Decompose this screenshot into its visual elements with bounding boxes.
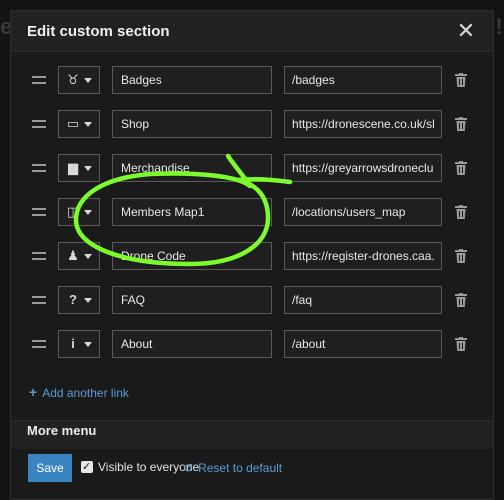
reset-to-default-button[interactable]: ↺ Reset to default	[183, 461, 282, 475]
trash-icon[interactable]	[455, 73, 467, 87]
drag-handle-icon[interactable]	[32, 120, 46, 128]
trash-icon[interactable]	[455, 117, 467, 131]
link-row: ♟ Drone Code https://register-drones.caa…	[11, 242, 493, 270]
icon-picker-button[interactable]: ♉	[58, 66, 100, 94]
link-url-input[interactable]: /locations/users_map	[284, 198, 442, 226]
link-name-input[interactable]: Drone Code	[112, 242, 272, 270]
trash-icon[interactable]	[455, 337, 467, 351]
link-row: ♉ Badges /badges	[11, 66, 493, 94]
link-row: ? FAQ /faq	[11, 286, 493, 314]
modal-title: Edit custom section	[27, 23, 170, 40]
icon-picker-button[interactable]: ▭	[58, 110, 100, 138]
link-name-input[interactable]: Merchandise	[112, 154, 272, 182]
icon-picker-button[interactable]: ◫	[58, 198, 100, 226]
link-url-input[interactable]: /about	[284, 330, 442, 358]
drag-handle-icon[interactable]	[32, 296, 46, 304]
drag-handle-icon[interactable]	[32, 164, 46, 172]
link-url-input[interactable]: /badges	[284, 66, 442, 94]
modal-footer: Save ✓ Visible to everyone ↺ Reset to def…	[11, 449, 493, 499]
more-menu-heading: More menu	[27, 423, 97, 438]
caret-down-icon	[84, 254, 92, 259]
edit-custom-section-modal: Edit custom section ✕ ♉ Badges /badges ▭…	[10, 10, 494, 500]
link-row: ▆ Merchandise https://greyarrowsdroneclu	[11, 154, 493, 182]
reading-icon: ♟	[67, 248, 79, 263]
icon-picker-button[interactable]: ▆	[58, 154, 100, 182]
trash-icon[interactable]	[455, 161, 467, 175]
info-icon: i	[71, 336, 75, 351]
close-icon[interactable]: ✕	[455, 20, 477, 42]
link-row: ◫ Members Map1 /locations/users_map	[11, 198, 493, 226]
icon-picker-button[interactable]: ?	[58, 286, 100, 314]
link-name-input[interactable]: Shop	[112, 110, 272, 138]
caret-down-icon	[84, 210, 92, 215]
caret-down-icon	[84, 166, 92, 171]
link-name-input[interactable]: FAQ	[112, 286, 272, 314]
book-icon: ▆	[68, 160, 78, 175]
save-button[interactable]: Save	[28, 454, 72, 482]
caret-down-icon	[84, 78, 92, 83]
caret-down-icon	[84, 298, 92, 303]
trash-icon[interactable]	[455, 293, 467, 307]
question-icon: ?	[69, 292, 77, 307]
caret-down-icon	[84, 122, 92, 127]
icon-picker-button[interactable]: ♟	[58, 242, 100, 270]
map-icon: ◫	[66, 204, 80, 219]
plus-icon: +	[29, 384, 38, 400]
modal-header: Edit custom section ✕	[11, 11, 493, 51]
link-url-input[interactable]: https://register-drones.caa.	[284, 242, 442, 270]
link-row: ▭ Shop https://dronescene.co.uk/sl	[11, 110, 493, 138]
trophy-icon: ♉	[67, 72, 79, 87]
checkmark-icon: ✓	[82, 461, 92, 473]
drag-handle-icon[interactable]	[32, 340, 46, 348]
add-link-label: Add another link	[42, 386, 129, 400]
trash-icon[interactable]	[455, 205, 467, 219]
trash-icon[interactable]	[455, 249, 467, 263]
reset-icon: ↺	[183, 461, 194, 475]
link-name-input[interactable]: Badges	[112, 66, 272, 94]
visible-to-everyone-checkbox[interactable]: ✓	[81, 461, 93, 473]
links-list: ♉ Badges /badges ▭ Shop https://dronesce…	[11, 51, 493, 421]
link-name-input[interactable]: About	[112, 330, 272, 358]
link-row: i About /about	[11, 330, 493, 358]
link-url-input[interactable]: /faq	[284, 286, 442, 314]
link-name-input[interactable]: Members Map1	[112, 198, 272, 226]
icon-picker-button[interactable]: i	[58, 330, 100, 358]
drag-handle-icon[interactable]	[32, 208, 46, 216]
drag-handle-icon[interactable]	[32, 76, 46, 84]
link-url-input[interactable]: https://greyarrowsdroneclu	[284, 154, 442, 182]
link-url-input[interactable]: https://dronescene.co.uk/sl	[284, 110, 442, 138]
caret-down-icon	[84, 342, 92, 347]
drag-handle-icon[interactable]	[32, 252, 46, 260]
add-another-link-button[interactable]: + Add another link	[29, 384, 129, 400]
shop-card-icon: ▭	[66, 116, 80, 131]
reset-label: Reset to default	[198, 461, 283, 475]
